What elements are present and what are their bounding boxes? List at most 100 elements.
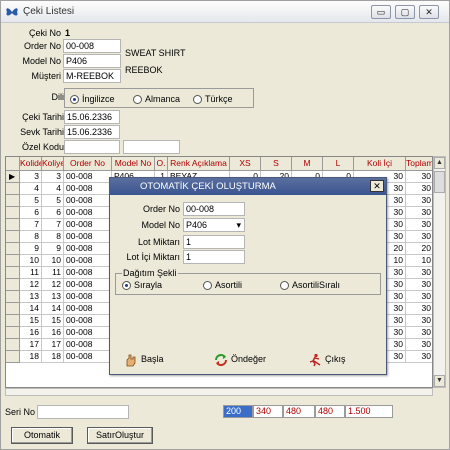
table-cell[interactable]: 00-008 (64, 231, 112, 243)
table-cell[interactable]: 30 (406, 339, 432, 351)
table-cell[interactable]: 30 (406, 291, 432, 303)
vertical-scrollbar[interactable]: ▲ ▼ (433, 156, 446, 388)
table-cell[interactable]: 16 (42, 327, 64, 339)
table-cell[interactable]: 6 (42, 207, 64, 219)
table-cell[interactable]: 10 (406, 255, 432, 267)
table-cell[interactable]: 00-008 (64, 183, 112, 195)
table-cell[interactable]: 30 (406, 219, 432, 231)
column-header[interactable]: Koli İçi (354, 157, 406, 171)
table-cell[interactable]: 16 (20, 327, 42, 339)
table-cell[interactable]: 00-008 (64, 339, 112, 351)
table-cell[interactable]: 00-008 (64, 315, 112, 327)
otomatik-button[interactable]: Otomatik (11, 427, 73, 444)
table-cell[interactable]: 00-008 (64, 351, 112, 363)
table-cell[interactable]: 15 (42, 315, 64, 327)
table-cell[interactable]: 30 (406, 315, 432, 327)
table-cell[interactable]: 00-008 (64, 255, 112, 267)
dlg-lot-miktari-field[interactable]: 1 (183, 235, 245, 249)
maximize-button[interactable]: ▢ (395, 5, 415, 19)
table-cell[interactable]: 3 (20, 171, 42, 183)
table-cell[interactable]: 7 (42, 219, 64, 231)
table-cell[interactable]: 17 (20, 339, 42, 351)
table-cell[interactable]: 00-008 (64, 291, 112, 303)
table-cell[interactable]: 6 (20, 207, 42, 219)
table-cell[interactable]: 17 (42, 339, 64, 351)
table-cell[interactable]: 9 (20, 243, 42, 255)
table-cell[interactable]: 13 (42, 291, 64, 303)
dagitim-option-asortili-sirali[interactable]: AsortiliSıralı (280, 280, 340, 291)
satir-olustur-button[interactable]: SatırOluştur (87, 427, 153, 444)
model-no-field[interactable]: P406 (63, 54, 121, 68)
table-cell[interactable]: 4 (20, 183, 42, 195)
table-cell[interactable]: 18 (20, 351, 42, 363)
musteri-field[interactable]: M-REEBOK (63, 69, 121, 83)
table-cell[interactable]: 00-008 (64, 207, 112, 219)
dialog-close-button[interactable]: ✕ (370, 180, 384, 192)
table-cell[interactable]: 30 (406, 267, 432, 279)
column-header[interactable]: L (323, 157, 354, 171)
table-cell[interactable]: 30 (406, 207, 432, 219)
table-cell[interactable]: 8 (20, 231, 42, 243)
table-cell[interactable]: 10 (20, 255, 42, 267)
table-cell[interactable]: 3 (42, 171, 64, 183)
column-header[interactable]: XS (230, 157, 261, 171)
table-cell[interactable]: 4 (42, 183, 64, 195)
table-cell[interactable]: 5 (20, 195, 42, 207)
dlg-order-no-field[interactable]: 00-008 (183, 202, 245, 216)
table-cell[interactable]: 30 (406, 303, 432, 315)
table-cell[interactable]: 20 (406, 243, 432, 255)
ondeger-button[interactable]: Öndeğer (214, 352, 266, 367)
dlg-lot-ici-field[interactable]: 1 (183, 250, 245, 264)
column-header[interactable]: Koliden (20, 157, 42, 171)
ozel-kodu-field-2[interactable] (123, 140, 180, 154)
table-cell[interactable]: 00-008 (64, 327, 112, 339)
table-cell[interactable]: 30 (406, 183, 432, 195)
scroll-down-icon[interactable]: ▼ (434, 375, 445, 387)
table-cell[interactable]: 11 (20, 267, 42, 279)
column-header[interactable]: Model No (112, 157, 155, 171)
seri-no-field[interactable] (37, 405, 129, 419)
table-cell[interactable]: 30 (406, 231, 432, 243)
chevron-down-icon[interactable]: ▾ (236, 219, 241, 231)
table-cell[interactable]: 12 (20, 279, 42, 291)
table-cell[interactable]: 10 (42, 255, 64, 267)
table-cell[interactable]: 00-008 (64, 279, 112, 291)
lang-option-turkce[interactable]: Türkçe (193, 94, 233, 105)
scroll-up-icon[interactable]: ▲ (434, 157, 445, 169)
horizontal-scrollbar[interactable] (5, 388, 433, 396)
ozel-kodu-field[interactable] (64, 140, 120, 154)
table-cell[interactable]: 00-008 (64, 219, 112, 231)
table-cell[interactable]: 9 (42, 243, 64, 255)
minimize-button[interactable]: ▭ (371, 5, 391, 19)
order-no-field[interactable]: 00-008 (63, 39, 121, 53)
table-cell[interactable]: 30 (406, 351, 432, 363)
table-cell[interactable]: 11 (42, 267, 64, 279)
scroll-thumb[interactable] (434, 171, 445, 193)
table-cell[interactable]: 15 (20, 315, 42, 327)
cikis-button[interactable]: Çıkış (308, 352, 346, 367)
column-header[interactable]: Koliye (42, 157, 64, 171)
column-header[interactable]: M (292, 157, 323, 171)
table-cell[interactable]: 30 (406, 171, 432, 183)
table-cell[interactable]: 12 (42, 279, 64, 291)
table-cell[interactable]: 5 (42, 195, 64, 207)
table-cell[interactable]: 00-008 (64, 195, 112, 207)
column-header[interactable]: Order No (64, 157, 112, 171)
table-cell[interactable]: 30 (406, 327, 432, 339)
ceki-tarihi-field[interactable]: 15.06.2336 (64, 110, 120, 124)
table-cell[interactable]: 18 (42, 351, 64, 363)
table-cell[interactable]: 14 (20, 303, 42, 315)
column-header[interactable]: O. (155, 157, 168, 171)
dagitim-option-asortili[interactable]: Asortili (203, 280, 242, 291)
table-cell[interactable]: 00-008 (64, 171, 112, 183)
table-cell[interactable]: 00-008 (64, 303, 112, 315)
table-cell[interactable]: 8 (42, 231, 64, 243)
table-cell[interactable]: 14 (42, 303, 64, 315)
table-cell[interactable]: 00-008 (64, 267, 112, 279)
column-header[interactable]: S (261, 157, 292, 171)
lang-option-ingilizce[interactable]: İngilizce (70, 94, 115, 105)
column-header[interactable]: Toplam (406, 157, 432, 171)
sevk-tarihi-field[interactable]: 15.06.2336 (64, 125, 120, 139)
table-cell[interactable]: 30 (406, 279, 432, 291)
close-button[interactable]: ✕ (419, 5, 439, 19)
